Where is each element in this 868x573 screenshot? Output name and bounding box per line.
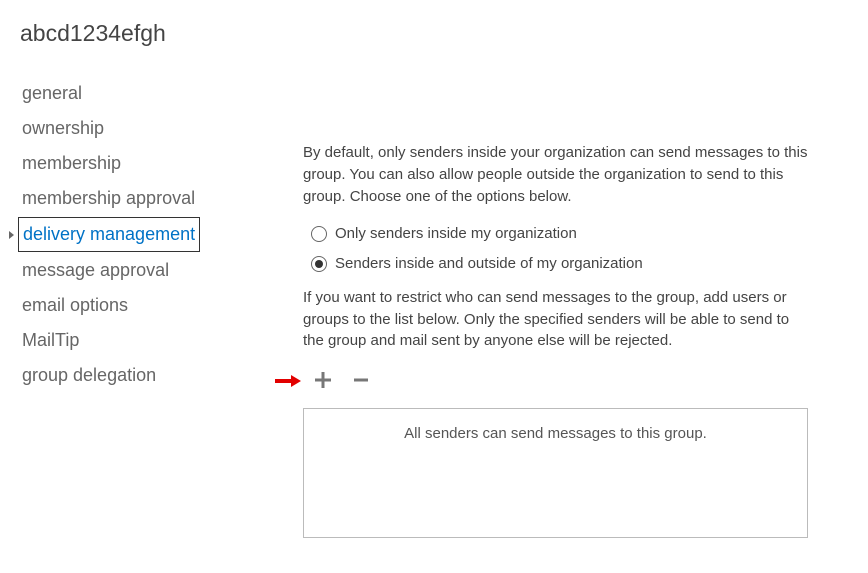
sidebar-item-email-options[interactable]: email options [18,289,132,322]
remove-sender-button[interactable] [347,368,375,394]
sidebar-item-membership-approval[interactable]: membership approval [18,182,199,215]
sender-list-toolbar [275,368,808,394]
list-placeholder-text: All senders can send messages to this gr… [404,425,707,442]
sidebar-item-label: delivery management [23,224,195,244]
sidebar-item-mailtip[interactable]: MailTip [18,324,83,357]
radio-label: Senders inside and outside of my organiz… [335,253,643,275]
sidebar-item-ownership[interactable]: ownership [18,112,108,145]
sidebar-item-delivery-management[interactable]: delivery management [18,217,200,252]
page-title: abcd1234efgh [0,0,868,47]
sidebar-item-group-delegation[interactable]: group delegation [18,359,160,392]
radio-inside-outside[interactable]: Senders inside and outside of my organiz… [311,249,808,279]
sender-scope-radio-group: Only senders inside my organization Send… [303,213,808,285]
content-panel: By default, only senders inside your org… [245,77,868,538]
sidebar: general ownership membership membership … [0,77,245,538]
radio-label: Only senders inside my organization [335,223,577,245]
radio-icon [311,226,327,242]
intro-text: By default, only senders inside your org… [303,142,808,207]
sidebar-item-message-approval[interactable]: message approval [18,254,173,287]
restrict-text: If you want to restrict who can send mes… [303,287,808,352]
radio-inside-only[interactable]: Only senders inside my organization [311,219,808,249]
sidebar-item-membership[interactable]: membership [18,147,125,180]
add-sender-button[interactable] [309,368,337,394]
annotation-arrow-icon [275,375,301,387]
caret-icon [9,231,14,239]
allowed-senders-list[interactable]: All senders can send messages to this gr… [303,408,808,538]
sidebar-item-general[interactable]: general [18,77,86,110]
radio-icon [311,256,327,272]
